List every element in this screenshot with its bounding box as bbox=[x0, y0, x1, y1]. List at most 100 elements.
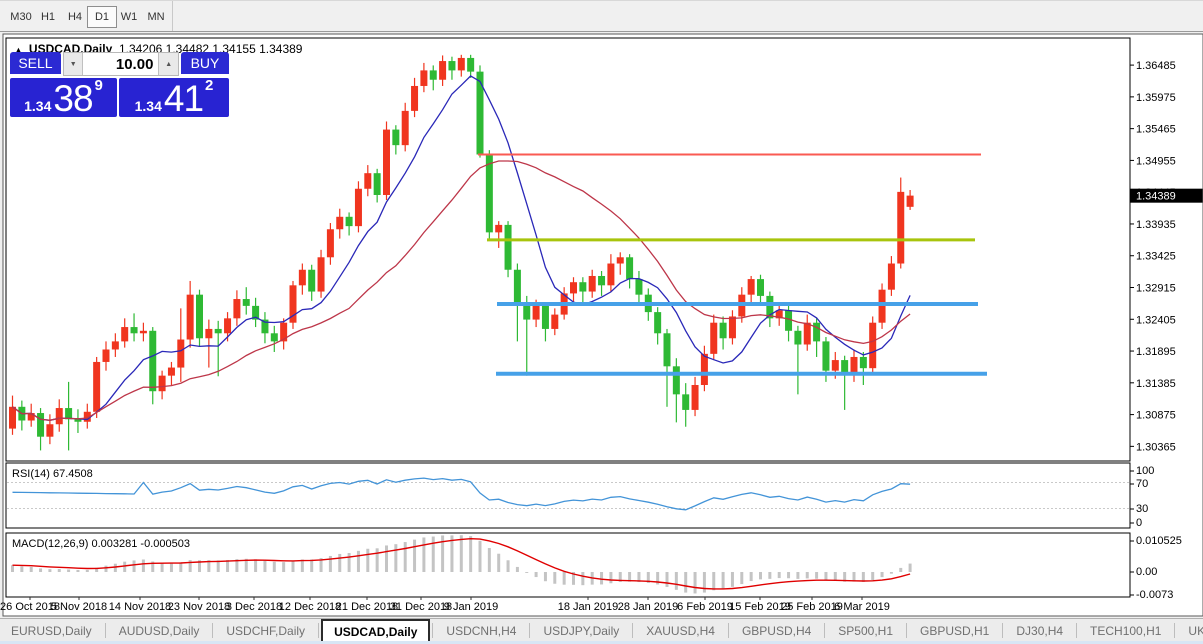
one-click-trade-panel: SELL ▼ ▲ BUY 1.34 38 9 1.34 41 2 bbox=[10, 52, 229, 117]
rsi-tick-label: 100 bbox=[1136, 465, 1154, 477]
tab-xauusd-h4[interactable]: XAUUSD,H4 bbox=[635, 619, 726, 642]
sell-button[interactable]: SELL bbox=[10, 52, 61, 76]
price-tick-label: 1.33935 bbox=[1136, 219, 1176, 231]
candle-body bbox=[317, 257, 325, 292]
tab-usdjpy-daily[interactable]: USDJPY,Daily bbox=[532, 619, 630, 642]
rsi-tick-label: 0 bbox=[1136, 517, 1142, 529]
buy-price-prefix: 1.34 bbox=[134, 98, 162, 114]
date-label: 9 Jan 2019 bbox=[444, 601, 498, 613]
date-label: 3 Dec 2018 bbox=[226, 601, 282, 613]
candle-body bbox=[224, 318, 232, 334]
candle-body bbox=[336, 216, 344, 230]
rsi-tick-label: 30 bbox=[1136, 503, 1148, 515]
tab-tech100-h1[interactable]: TECH100,H1 bbox=[1079, 619, 1172, 642]
tab-audusd-daily[interactable]: AUDUSD,Daily bbox=[108, 619, 211, 642]
date-label: 18 Jan 2019 bbox=[558, 601, 619, 613]
candle-body bbox=[373, 173, 381, 195]
candle-body bbox=[822, 341, 830, 371]
volume-decrease-button[interactable]: ▼ bbox=[63, 53, 83, 75]
volume-control: ▼ ▲ bbox=[62, 52, 179, 76]
candle-body bbox=[607, 263, 615, 286]
candle-body bbox=[626, 257, 634, 280]
buy-price[interactable]: 1.34 41 2 bbox=[119, 78, 229, 117]
price-tick-label: 1.32405 bbox=[1136, 314, 1176, 326]
candle-body bbox=[205, 328, 213, 339]
candle-body bbox=[298, 269, 306, 286]
candle-body bbox=[177, 339, 185, 368]
candle-body bbox=[710, 322, 718, 354]
tab-separator bbox=[1002, 623, 1004, 638]
candle-body bbox=[46, 424, 54, 437]
candle-body bbox=[186, 294, 194, 340]
candle-body bbox=[635, 279, 643, 295]
candle-body bbox=[551, 314, 559, 329]
tab-usdcnh-h4[interactable]: USDCNH,H4 bbox=[435, 619, 527, 642]
candle-body bbox=[196, 294, 203, 339]
candle-body bbox=[37, 413, 45, 437]
tab-gbpusd-h4[interactable]: GBPUSD,H4 bbox=[731, 619, 822, 642]
rsi-label: RSI(14) 67.4508 bbox=[12, 468, 93, 480]
date-label: 5 Nov 2018 bbox=[51, 601, 107, 613]
macd-tick-label: -0.0073 bbox=[1136, 589, 1173, 601]
tab-separator bbox=[1076, 623, 1078, 638]
symbol-tab-bar: EURUSD,Daily AUDUSD,Daily USDCHF,Daily USDC… bbox=[0, 618, 1203, 642]
candle-body bbox=[401, 110, 409, 146]
candle-body bbox=[785, 310, 793, 331]
buy-button[interactable]: BUY bbox=[180, 52, 229, 76]
candle-body bbox=[457, 57, 465, 71]
sell-price-prefix: 1.34 bbox=[24, 98, 52, 114]
price-tick-label: 1.34955 bbox=[1136, 155, 1176, 167]
tab-dj30-h4[interactable]: DJ30,H4 bbox=[1005, 619, 1074, 642]
tab-gbpusd-h1[interactable]: GBPUSD,H1 bbox=[909, 619, 1000, 642]
candle-body bbox=[121, 327, 129, 342]
candle-body bbox=[111, 341, 119, 350]
date-label: 14 Nov 2018 bbox=[109, 601, 171, 613]
symbol-tabs: EURUSD,Daily AUDUSD,Daily USDCHF,Daily USDC… bbox=[0, 619, 1203, 642]
sell-price[interactable]: 1.34 38 9 bbox=[10, 78, 117, 117]
candle-body bbox=[570, 282, 577, 294]
tab-usdchf-daily[interactable]: USDCHF,Daily bbox=[215, 619, 316, 642]
candle-body bbox=[859, 356, 867, 369]
tab-separator bbox=[529, 623, 531, 638]
volume-input[interactable] bbox=[82, 53, 160, 75]
candle-body bbox=[233, 299, 241, 319]
volume-increase-button[interactable]: ▲ bbox=[159, 53, 178, 75]
mt4-window: { "toolbar": { "timeframes": ["M30","H1"… bbox=[0, 0, 1203, 644]
tab-separator bbox=[432, 623, 434, 638]
candle-body bbox=[906, 195, 914, 207]
candle-body bbox=[495, 224, 503, 233]
tab-usdcad-daily[interactable]: USDCAD,Daily bbox=[321, 619, 431, 642]
tab-ukoil[interactable]: UKOil, bbox=[1177, 619, 1203, 642]
tab-separator bbox=[727, 623, 729, 638]
candle-body bbox=[700, 353, 708, 385]
candle-body bbox=[270, 333, 278, 342]
candle-body bbox=[308, 269, 316, 292]
candle-body bbox=[654, 312, 662, 334]
price-tick-label: 1.31895 bbox=[1136, 346, 1176, 358]
candle-body bbox=[345, 216, 353, 227]
candle-body bbox=[74, 419, 82, 422]
candle-body bbox=[831, 360, 839, 371]
candle-body bbox=[541, 305, 549, 329]
date-label: 23 Nov 2018 bbox=[168, 601, 230, 613]
candle-body bbox=[149, 330, 157, 392]
candle-body bbox=[354, 188, 362, 227]
candle-body bbox=[467, 57, 475, 72]
macd-label: MACD(12,26,9) 0.003281 -0.000503 bbox=[12, 538, 190, 550]
candle-body bbox=[411, 85, 419, 111]
candle-body bbox=[476, 71, 484, 155]
date-label: 6 Mar 2019 bbox=[834, 601, 890, 613]
tab-separator bbox=[632, 623, 634, 638]
candle-body bbox=[813, 322, 821, 342]
candle-body bbox=[691, 384, 699, 410]
candle-body bbox=[420, 70, 428, 86]
candle-body bbox=[167, 367, 175, 376]
candle-body bbox=[869, 322, 877, 369]
candle-body bbox=[588, 275, 596, 292]
sell-price-big: 38 bbox=[53, 78, 93, 119]
tab-sp500-h1[interactable]: SP500,H1 bbox=[827, 619, 904, 642]
tab-separator bbox=[1174, 623, 1176, 638]
candle-body bbox=[102, 349, 110, 362]
tab-eurusd-daily[interactable]: EURUSD,Daily bbox=[0, 619, 103, 642]
candle-body bbox=[214, 328, 222, 334]
